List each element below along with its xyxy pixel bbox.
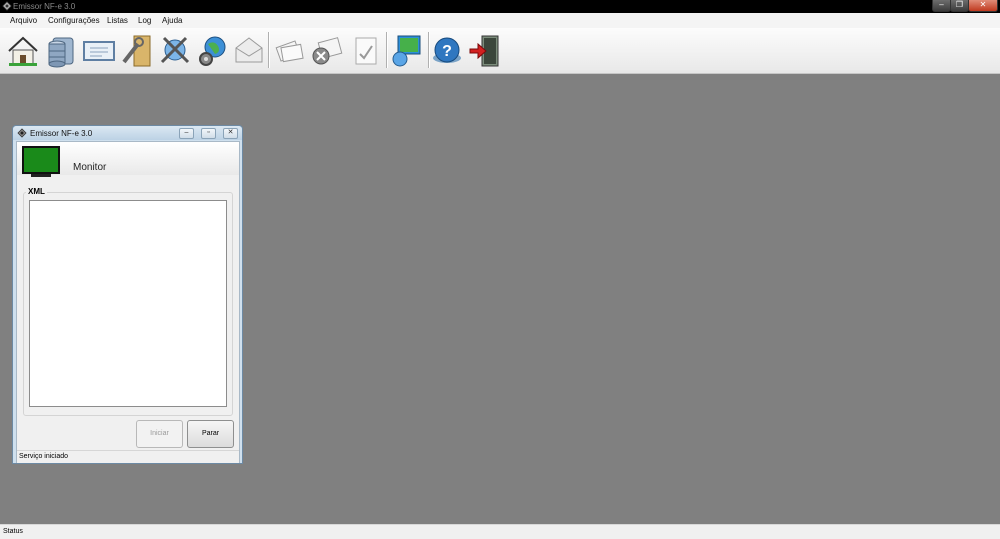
help-button[interactable]: ? [430,32,464,68]
child-title-bar: Emissor NF-e 3.0 – ▫ ✕ [13,126,242,140]
certificate-icon [83,41,115,61]
toolbar: ? [0,28,1000,74]
documents-button[interactable] [274,32,308,68]
network-config-button[interactable] [158,32,192,68]
xml-textarea[interactable] [29,200,227,407]
child-minimize-button[interactable]: – [179,128,194,139]
child-status-text: Serviço iniciado [19,453,69,460]
monitor-network-icon [392,35,421,67]
exit-button[interactable] [468,32,502,68]
tools-icon [122,35,151,67]
toolbar-separator [268,32,270,68]
toolbar-separator [386,32,388,68]
window-title: Emissor NF-e 3.0 [13,2,76,11]
monitor-child-window: Emissor NF-e 3.0 – ▫ ✕ Monitor XML Inici… [12,125,243,464]
monitor-title: Monitor [73,162,107,173]
status-text: Status [3,528,23,535]
globe-gears-icon [199,36,226,66]
app-icon [2,1,12,11]
xml-group-label: XML [26,187,47,196]
child-window-title: Emissor NF-e 3.0 [30,129,93,138]
cancel-document-icon [312,37,343,65]
restore-button[interactable]: ❐ [950,0,969,12]
help-icon: ? [433,37,461,63]
documents-icon [275,40,304,63]
database-icon [48,37,74,68]
child-body: Monitor XML Iniciar Parar Serviço inicia… [16,141,240,463]
minimize-button[interactable]: – [932,0,951,12]
child-status-bar: Serviço iniciado [17,450,239,463]
home-icon [8,36,38,66]
tools-button[interactable] [120,32,154,68]
child-restore-button[interactable]: ▫ [201,128,216,139]
stop-button[interactable]: Parar [187,420,234,448]
menu-arquivo[interactable]: Arquivo [10,16,37,25]
database-button[interactable] [44,32,78,68]
sign-document-icon [355,37,377,65]
network-config-icon [160,36,190,64]
menu-ajuda[interactable]: Ajuda [162,16,182,25]
certificate-button[interactable] [82,32,116,68]
svg-text:?: ? [442,43,452,60]
menu-configuracoes[interactable]: Configurações [48,16,100,25]
sign-document-button[interactable] [350,32,384,68]
app-icon [17,128,27,138]
title-bar: Emissor NF-e 3.0 – ❐ ✕ [0,0,1000,13]
envelope-button[interactable] [232,32,266,68]
close-button[interactable]: ✕ [968,0,998,12]
cancel-document-button[interactable] [310,32,344,68]
status-bar: Status [0,524,1000,539]
child-close-button[interactable]: ✕ [223,128,238,139]
monitor-network-button[interactable] [390,32,424,68]
menu-listas[interactable]: Listas [107,16,128,25]
start-button[interactable]: Iniciar [136,420,183,448]
home-button[interactable] [6,32,40,68]
monitor-header: Monitor [17,142,239,177]
globe-gears-button[interactable] [196,32,230,68]
monitor-icon [22,146,60,177]
menu-log[interactable]: Log [138,16,151,25]
envelope-icon [235,37,263,63]
menu-bar: Arquivo Configurações Listas Log Ajuda [0,13,1000,29]
exit-icon [469,35,499,67]
